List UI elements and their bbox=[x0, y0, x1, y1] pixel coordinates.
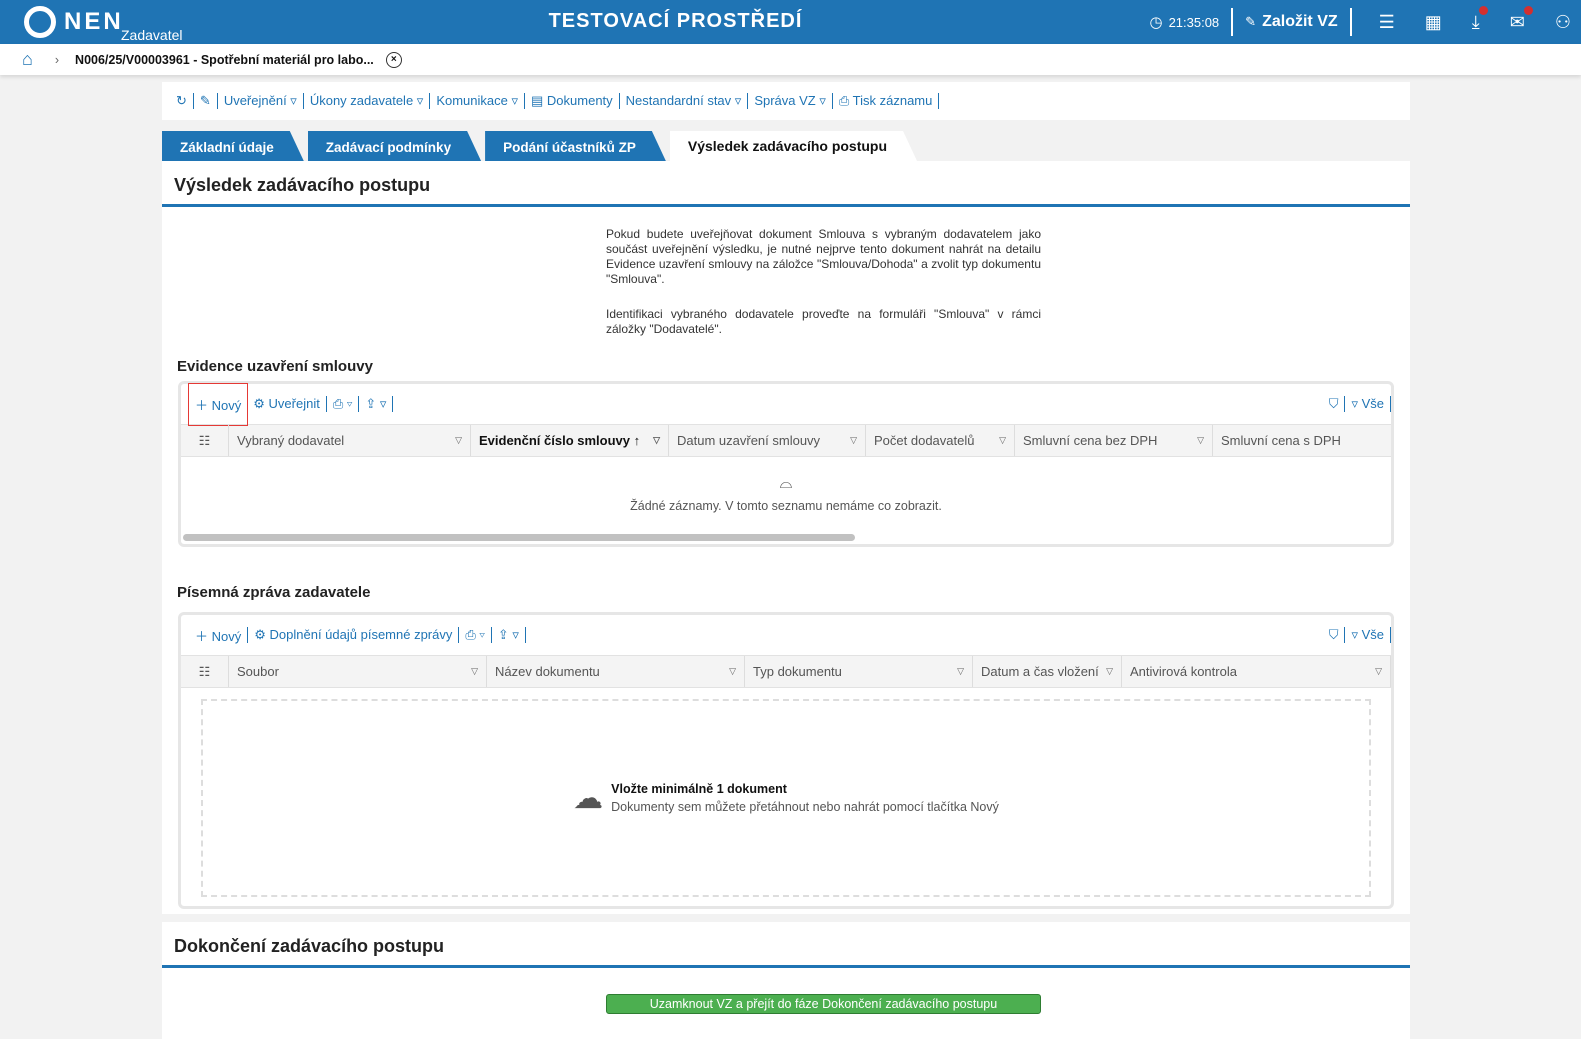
edit-icon[interactable]: ✎ bbox=[194, 93, 217, 109]
column-header[interactable]: Počet dodavatelů ▽ bbox=[866, 425, 1015, 456]
toolbar-dokumenty[interactable]: ▤ Dokumenty bbox=[525, 93, 619, 109]
empty-message: Žádné záznamy. V tomto seznamu nemáme co… bbox=[630, 499, 942, 513]
action-toolbar: ↻ ✎ Uveřejnění ▿ Úkony zadavatele ▿ Komu… bbox=[162, 82, 1410, 120]
tab-zadavaci-podminky[interactable]: Zadávací podmínky bbox=[308, 131, 481, 161]
chevron-right-icon: › bbox=[54, 52, 60, 67]
download-icon[interactable]: ⤓ bbox=[1472, 5, 1488, 33]
toolbar-tisk[interactable]: ⎙ Tisk záznamu bbox=[833, 93, 939, 109]
home-icon[interactable]: ⌂ bbox=[22, 49, 33, 70]
column-header[interactable]: Typ dokumentu ▽ bbox=[745, 656, 973, 687]
clock-time: 21:35:08 bbox=[1168, 14, 1220, 30]
new-button[interactable]: ＋ Nový bbox=[187, 382, 249, 426]
breadcrumb: ⌂ › N006/25/V00003961 - Spotřební materi… bbox=[0, 44, 1581, 75]
toolbar-uverejneni[interactable]: Uveřejnění ▿ bbox=[218, 93, 303, 109]
export-menu-button[interactable]: ⇪ ▿ bbox=[492, 627, 525, 643]
filter-icon[interactable]: ⛉ bbox=[1323, 396, 1345, 412]
result-section: Výsledek zadávacího postupu Pokud budete… bbox=[162, 161, 1410, 914]
tabs: Základní údaje Zadávací podmínky Podání … bbox=[162, 131, 921, 161]
info-text-2: Identifikaci vybraného dodavatele proveď… bbox=[606, 307, 1041, 336]
close-icon[interactable]: × bbox=[385, 51, 402, 68]
tab-vysledek[interactable]: Výsledek zadávacího postupu bbox=[670, 131, 917, 161]
drop-hint: Dokumenty sem můžete přetáhnout nebo nah… bbox=[611, 800, 999, 814]
toolbar-komunikace[interactable]: Komunikace ▿ bbox=[430, 93, 524, 109]
evidence-grid: ＋ Nový ⚙ Uveřejnit ⎙ ▿ ⇪ ▿ ⛉ ▿ Vše ☷ Vybr… bbox=[178, 381, 1394, 547]
finish-section: Dokončení zadávacího postupu Uzamknout V… bbox=[162, 922, 1410, 1039]
column-header[interactable]: Smluvní cena s DPH bbox=[1213, 425, 1391, 456]
column-header[interactable]: Soubor ▽ bbox=[229, 656, 487, 687]
menu-icon[interactable]: ☰ bbox=[1379, 12, 1395, 33]
fill-report-button[interactable]: ⚙ Doplnění údajů písemné zprávy bbox=[248, 627, 458, 643]
toolbar-sprava[interactable]: Správa VZ ▿ bbox=[748, 93, 832, 109]
cloud-upload-icon: ☁ bbox=[573, 781, 604, 815]
column-header[interactable]: Datum uzavření smlouvy ▽ bbox=[669, 425, 866, 456]
lock-vz-button[interactable]: Uzamknout VZ a přejít do fáze Dokončení … bbox=[606, 994, 1041, 1014]
column-header[interactable]: Datum a čas vložení ▽ bbox=[973, 656, 1122, 687]
clock-icon: ◷ bbox=[1149, 14, 1163, 31]
print-menu-button[interactable]: ⎙ ▿ bbox=[327, 396, 358, 412]
table-header: ☷ Vybraný dodavatel ▽ Evidenční číslo sml… bbox=[181, 424, 1391, 457]
horizontal-scrollbar[interactable] bbox=[183, 534, 855, 541]
filter-icon[interactable]: ⛉ bbox=[1323, 627, 1345, 643]
info-text: Pokud budete uveřejňovat dokument Smlouv… bbox=[606, 227, 1041, 286]
drop-zone[interactable]: ☁ Vložte minimálně 1 dokument Dokumenty … bbox=[201, 699, 1371, 897]
create-vz-button[interactable]: Založit VZ bbox=[1262, 13, 1338, 31]
column-settings-icon[interactable]: ☷ bbox=[181, 656, 229, 687]
table-header: ☷ Soubor ▽ Název dokumentu ▽ Typ dokumentu… bbox=[181, 655, 1391, 688]
column-header[interactable]: Vybraný dodavatel ▽ bbox=[229, 425, 471, 456]
toolbar-ukony[interactable]: Úkony zadavatele ▿ bbox=[304, 93, 429, 109]
report-title: Písemná zpráva zadavatele bbox=[177, 584, 371, 601]
user-icon[interactable]: ⚇ bbox=[1555, 12, 1571, 33]
new-button[interactable]: ＋ Nový bbox=[189, 626, 247, 645]
tab-podani-ucastniku[interactable]: Podání účastníků ZP bbox=[485, 131, 666, 161]
evidence-title: Evidence uzavření smlouvy bbox=[177, 358, 373, 375]
view-all-button[interactable]: ▿ Vše bbox=[1345, 396, 1390, 412]
empty-icon: ⌓ bbox=[779, 475, 793, 492]
export-menu-button[interactable]: ⇪ ▿ bbox=[359, 396, 392, 412]
refresh-icon[interactable]: ↻ bbox=[170, 93, 193, 109]
edit-icon: ✎ bbox=[1245, 14, 1257, 29]
print-menu-button[interactable]: ⎙ ▿ bbox=[459, 627, 490, 643]
column-settings-icon[interactable]: ☷ bbox=[181, 425, 229, 456]
view-all-button[interactable]: ▿ Vše bbox=[1345, 627, 1390, 643]
column-header[interactable]: Evidenční číslo smlouvy ↑ ▽ bbox=[471, 425, 669, 456]
breadcrumb-item[interactable]: N006/25/V00003961 - Spotřební materiál p… bbox=[75, 53, 374, 67]
section-title: Výsledek zadávacího postupu bbox=[162, 161, 1410, 207]
top-bar: NEN Zadavatel TESTOVACÍ PROSTŘEDÍ ◷ 21:3… bbox=[0, 0, 1581, 44]
calendar-icon[interactable]: ▦ bbox=[1425, 12, 1442, 33]
column-header[interactable]: Název dokumentu ▽ bbox=[487, 656, 745, 687]
column-header[interactable]: Antivirová kontrola ▽ bbox=[1122, 656, 1391, 687]
toolbar-nestandardni[interactable]: Nestandardní stav ▿ bbox=[620, 93, 748, 109]
mail-icon[interactable]: ✉ bbox=[1510, 5, 1533, 33]
report-grid: ＋ Nový ⚙ Doplnění údajů písemné zprávy ⎙… bbox=[178, 612, 1394, 909]
drop-title: Vložte minimálně 1 dokument bbox=[611, 782, 787, 796]
tab-zakladni-udaje[interactable]: Základní údaje bbox=[162, 131, 304, 161]
finish-title: Dokončení zadávacího postupu bbox=[162, 922, 1410, 968]
column-header[interactable]: Smluvní cena bez DPH ▽ bbox=[1015, 425, 1213, 456]
publish-button[interactable]: ⚙ Uveřejnit bbox=[247, 396, 326, 412]
